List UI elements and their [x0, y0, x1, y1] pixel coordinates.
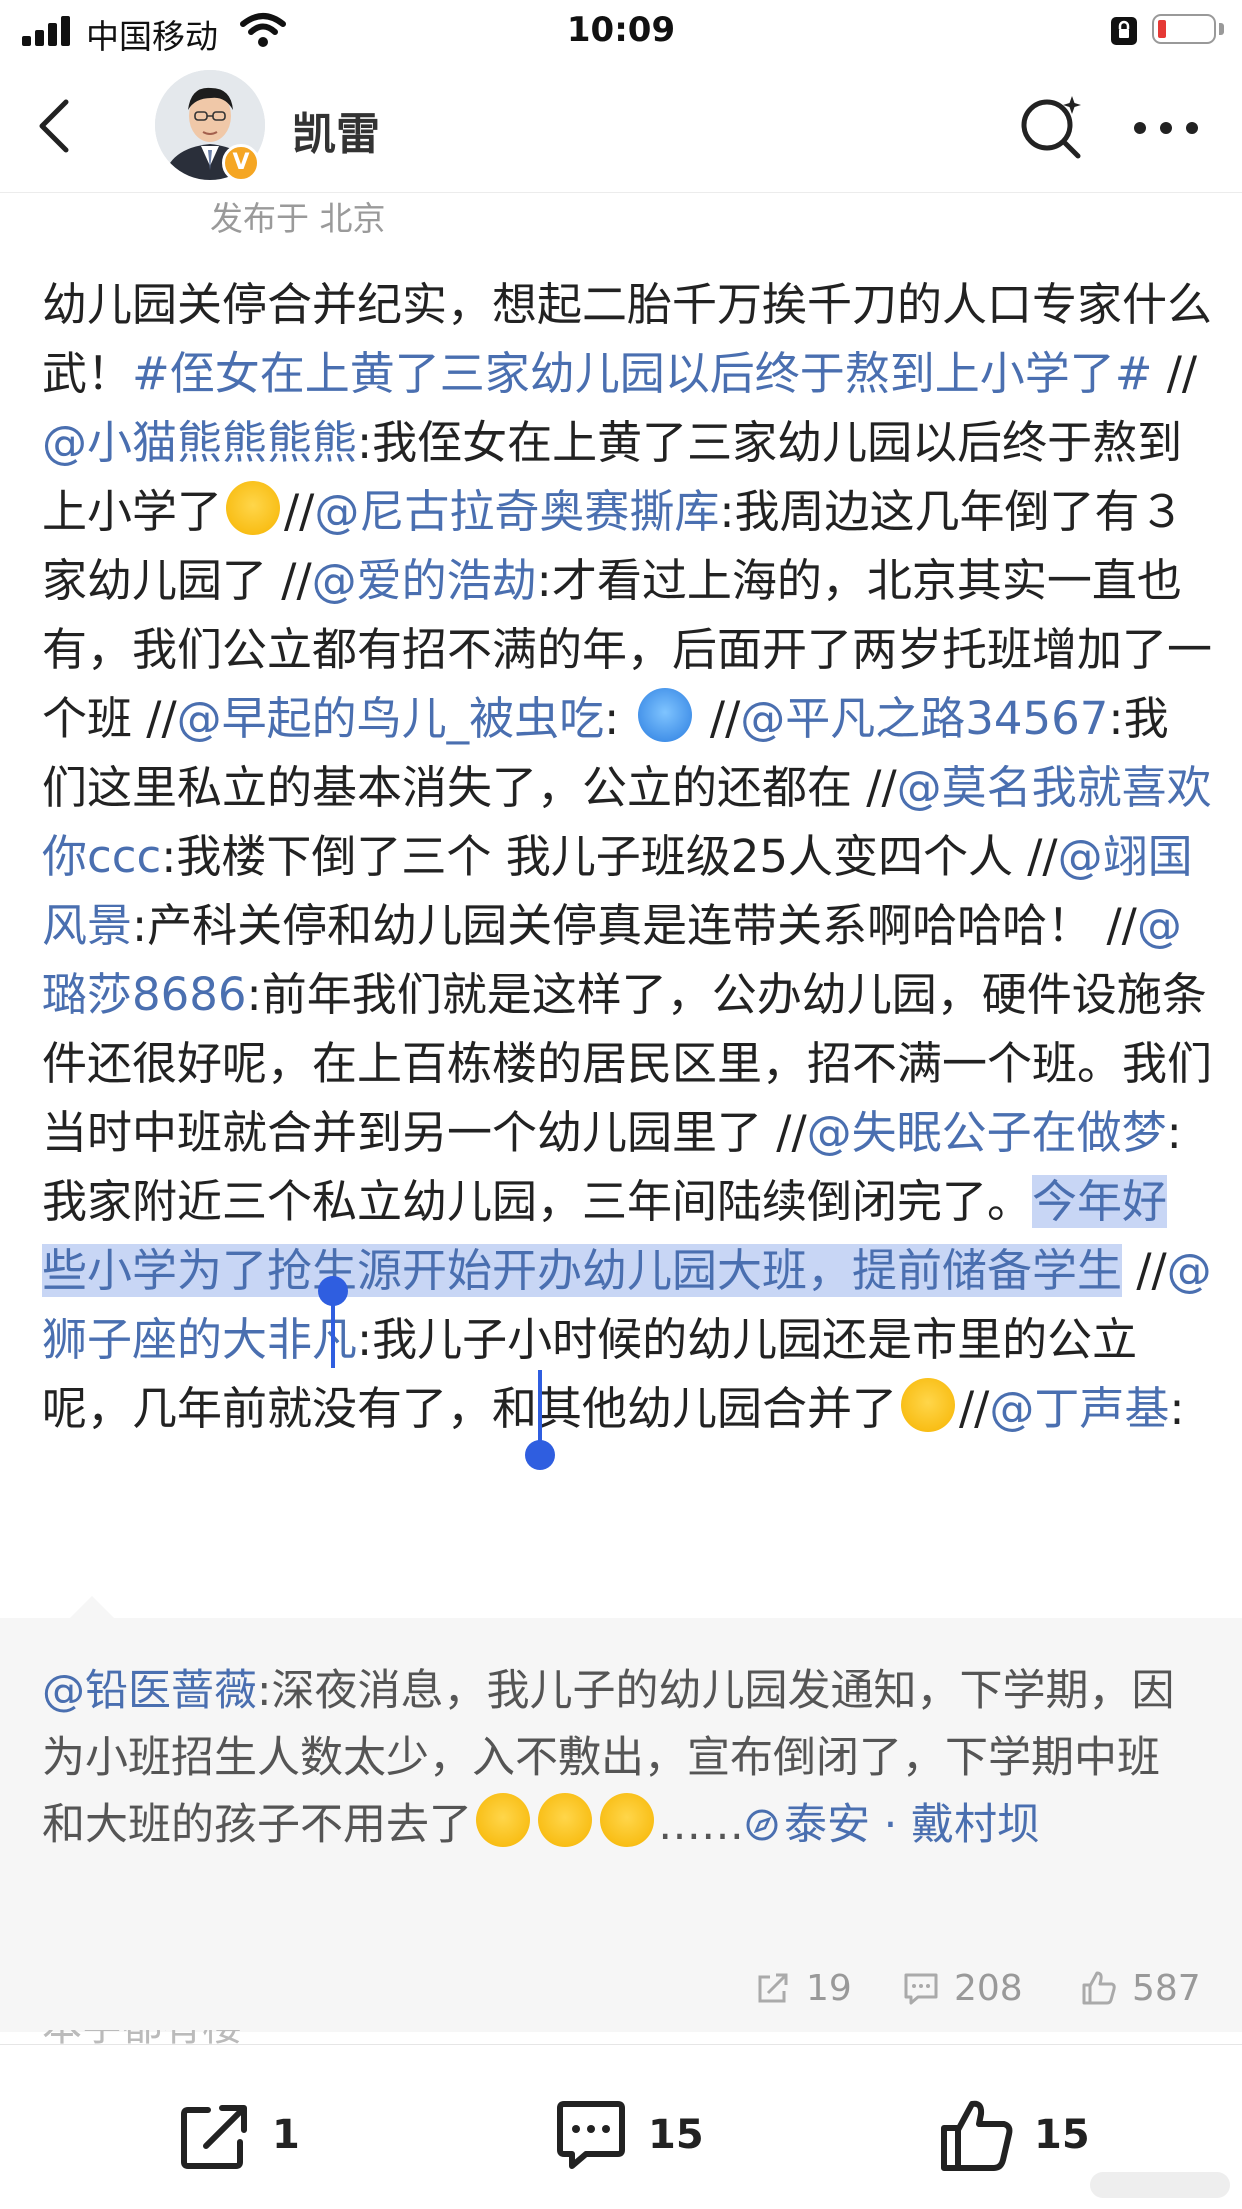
battery-icon: [1152, 14, 1216, 44]
mention-link[interactable]: @爱的浩劫: [312, 554, 537, 607]
laugh-cry-emoji: [600, 1793, 654, 1847]
like-button[interactable]: 15: [938, 2095, 1090, 2175]
separator: //: [1152, 347, 1198, 400]
watermark: [1090, 2172, 1230, 2198]
post-text: :产科关停和幼儿园关停真是连带关系啊哈哈哈！ //: [132, 899, 1137, 952]
doraemon-emoji: [637, 688, 692, 742]
mention-link[interactable]: @平凡之路34567: [740, 692, 1108, 745]
clock: 10:09: [566, 10, 676, 50]
repost-text: @铅医蔷薇:深夜消息，我儿子的幼儿园发通知，下学期，因为小班招生人数太少，入不敷…: [42, 1658, 1202, 1859]
laugh-cry-emoji: [901, 1378, 956, 1432]
repost-pointer: [70, 1596, 114, 1618]
like-count: 587: [1132, 1967, 1201, 2009]
separator: //: [959, 1382, 990, 1435]
laugh-cry-emoji: [538, 1793, 592, 1847]
selection-end-bar: [538, 1370, 542, 1442]
comment-icon: [904, 1973, 938, 2005]
like-count: 15: [1034, 2112, 1090, 2158]
selection-end-handle[interactable]: [525, 1440, 555, 1470]
location-icon: [746, 1809, 778, 1841]
like-count-button[interactable]: 587: [1080, 1958, 1201, 2018]
verified-icon: V: [222, 144, 260, 182]
post-location: 发布于 北京: [210, 199, 386, 238]
mention-link[interactable]: @尼古拉奇奥赛撕库: [314, 485, 719, 538]
mention-link[interactable]: @早起的鸟儿_被虫吃: [177, 692, 605, 745]
post-text: :: [1169, 1382, 1185, 1435]
comment-count: 15: [648, 2112, 704, 2158]
status-bar: 中国移动 10:09: [0, 0, 1242, 62]
comment-count-button[interactable]: 208: [902, 1958, 1023, 2018]
mention-link[interactable]: @失眠公子在做梦: [807, 1106, 1167, 1159]
repost-button[interactable]: 1: [176, 2095, 300, 2175]
post-text: :: [604, 692, 634, 745]
post-body: 幼儿园关停合并纪实，想起二胎千万挨千刀的人口专家什么武！#侄女在上黄了三家幼儿园…: [42, 270, 1212, 1443]
repost-icon: [181, 2105, 247, 2169]
lock-icon: [1111, 17, 1137, 45]
separator: //: [1122, 1244, 1167, 1297]
repost-count-button[interactable]: 19: [754, 1958, 852, 2018]
mention-link[interactable]: @小猫熊熊熊熊: [42, 416, 357, 469]
repost-count: 19: [806, 1967, 852, 2009]
repost-card[interactable]: @铅医蔷薇:深夜消息，我儿子的幼儿园发通知，下学期，因为小班招生人数太少，入不敷…: [0, 1596, 1242, 2032]
bottom-action-bar: 1 15 15: [0, 2044, 1242, 2209]
nav-bar: V 凯雷: [0, 62, 1242, 193]
location-link[interactable]: 泰安 · 戴村坝: [744, 1800, 1040, 1850]
separator: //: [695, 692, 741, 745]
repost-stats: 19 208 587: [0, 1958, 1242, 2018]
mention-link[interactable]: @铅医蔷薇: [42, 1666, 257, 1716]
ellipsis: ……: [658, 1800, 744, 1850]
truncated-text-label: 本字都有楼: [42, 2030, 342, 2044]
like-icon: [941, 2100, 1013, 2171]
post-text: :我楼下倒了三个 我儿子班级25人变四个人 //: [161, 830, 1058, 883]
comment-button[interactable]: 15: [552, 2095, 704, 2175]
back-icon[interactable]: [28, 96, 88, 156]
user-name[interactable]: 凯雷: [292, 98, 380, 162]
repost-count: 1: [272, 2112, 300, 2158]
truncated-text: 本字都有楼: [42, 2030, 342, 2044]
comment-icon: [557, 2101, 625, 2169]
search-icon[interactable]: [1016, 92, 1086, 162]
selection-start-bar: [331, 1296, 335, 1368]
mention-link[interactable]: @丁声基: [989, 1382, 1169, 1435]
hashtag-link[interactable]: #侄女在上黄了三家幼儿园以后终于熬到上小学了#: [132, 347, 1152, 400]
location-name: 泰安 · 戴村坝: [784, 1800, 1041, 1850]
battery-cap: [1219, 23, 1224, 35]
laugh-cry-emoji: [476, 1793, 530, 1847]
like-icon: [1082, 1971, 1116, 2005]
laugh-cry-emoji: [226, 481, 281, 535]
repost-icon: [758, 1973, 788, 2003]
separator: //: [284, 485, 315, 538]
comment-count: 208: [954, 1967, 1023, 2009]
more-icon[interactable]: [1134, 118, 1200, 138]
